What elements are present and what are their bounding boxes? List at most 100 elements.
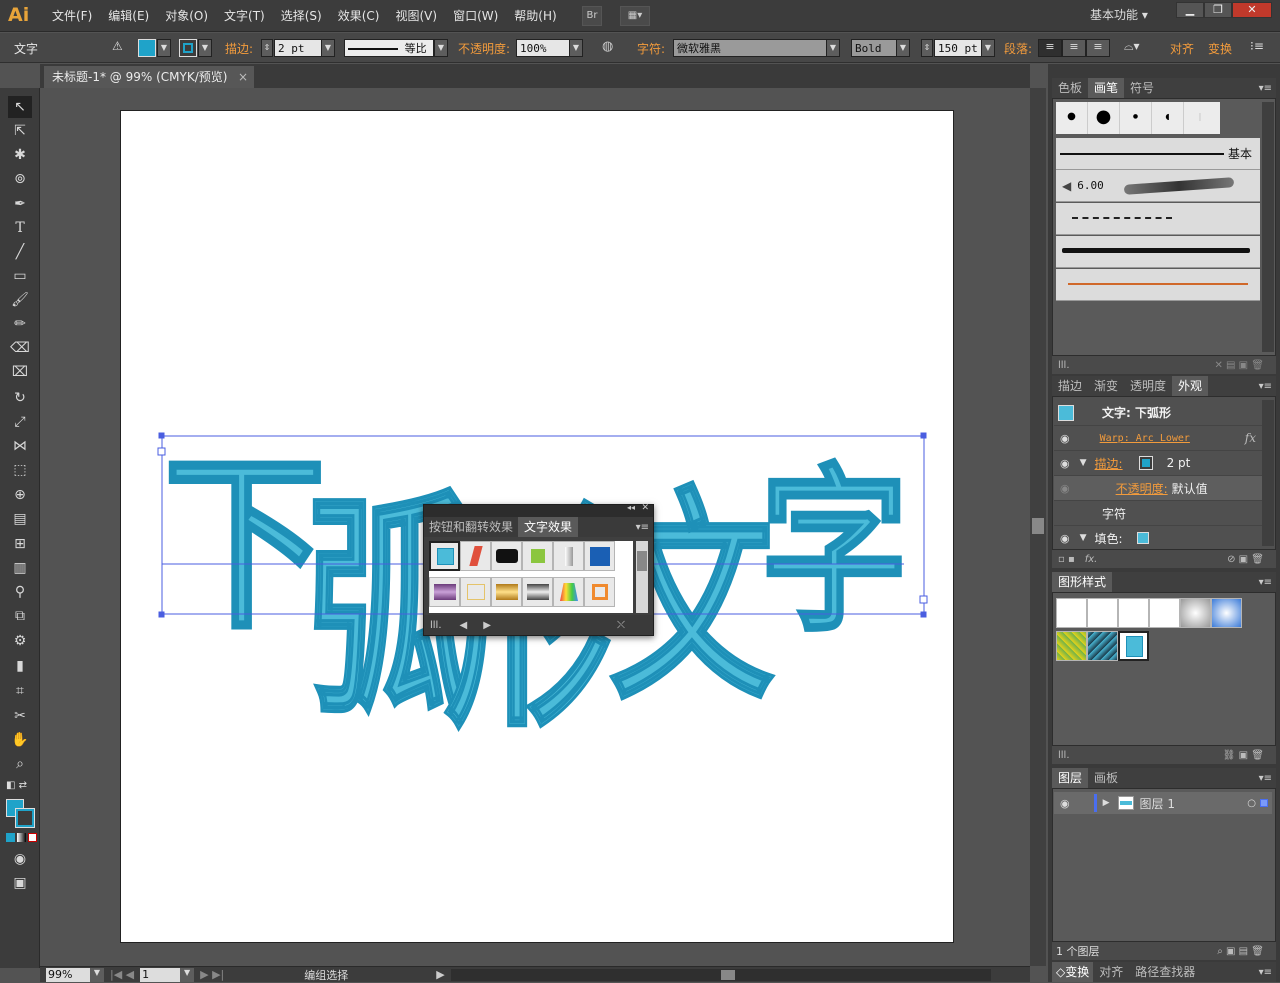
tab-brushes[interactable]: 画笔 (1088, 78, 1125, 98)
panel-menu-icon[interactable]: ⁝≡ (1250, 39, 1264, 53)
appearance-opacity-row[interactable]: ◉ 不透明度: 默认值 (1054, 476, 1262, 501)
transform-link[interactable]: 变换 (1208, 40, 1232, 57)
library-menu-icon[interactable]: lll. (430, 620, 442, 631)
style-swatch[interactable] (584, 541, 615, 571)
tab-text-effects[interactable]: 文字效果 (518, 517, 579, 537)
anchor-point[interactable] (920, 432, 927, 439)
zoom-dropdown[interactable]: ▼ (90, 967, 104, 982)
artboard-dropdown[interactable]: ▼ (180, 967, 195, 982)
brush-dashed-row[interactable] (1056, 203, 1260, 235)
graphic-style-swatch[interactable] (1180, 598, 1211, 628)
close-panel-icon[interactable]: ✕ (641, 503, 649, 513)
restore-button[interactable]: ❐ (1204, 2, 1232, 18)
graphic-style-swatch[interactable] (1056, 598, 1087, 628)
expand-triangle-icon[interactable]: ▶ (1103, 798, 1110, 808)
resize-handle[interactable] (919, 595, 928, 604)
appearance-character-row[interactable]: 字符 (1054, 501, 1262, 526)
align-right-button[interactable]: ≡ (1086, 39, 1110, 57)
panel-menu-icon[interactable]: ▾≡ (1259, 773, 1272, 784)
graphic-style-swatch[interactable] (1149, 598, 1180, 628)
tab-appearance[interactable]: 外观 (1172, 376, 1209, 396)
style-swatch[interactable] (460, 577, 491, 607)
brushes-scrollbar[interactable] (1262, 102, 1274, 352)
resize-handle[interactable] (157, 447, 166, 456)
graphic-style-swatch[interactable] (1118, 631, 1149, 661)
layer-actions-icons[interactable]: ⌕ ▣ ▤ 🗑 (1217, 946, 1264, 957)
style-swatch[interactable] (584, 577, 615, 607)
panel-menu-icon[interactable]: ▾≡ (1259, 381, 1272, 392)
anchor-point[interactable] (158, 611, 165, 618)
tab-symbols[interactable]: 符号 (1124, 78, 1160, 98)
visibility-eye-icon[interactable]: ◉ (1060, 532, 1070, 545)
panel-menu-icon[interactable]: ▾≡ (636, 522, 649, 533)
brush-decorative-row[interactable] (1056, 269, 1260, 301)
style-swatch[interactable] (553, 541, 584, 571)
visibility-eye-icon[interactable]: ◉ (1060, 797, 1070, 810)
layer-name[interactable]: 图层 1 (1140, 795, 1175, 812)
tab-transparency[interactable]: 透明度 (1124, 376, 1172, 396)
panel-menu-icon[interactable]: ▾≡ (1259, 83, 1272, 94)
break-link-icon[interactable]: ⤬ (617, 620, 625, 631)
style-swatch[interactable] (429, 541, 460, 571)
workspace-switcher[interactable]: 基本功能 ▾ (1090, 0, 1148, 30)
horizontal-scrollbar[interactable] (450, 968, 991, 981)
align-link[interactable]: 对齐 (1170, 40, 1194, 57)
tab-align[interactable]: 对齐 (1093, 962, 1129, 982)
fx-icon[interactable]: fx (1245, 431, 1256, 445)
float-panel-titlebar[interactable]: ◂◂ ✕ (424, 503, 653, 517)
style-swatch[interactable] (553, 577, 584, 607)
brush-charcoal-row[interactable]: ◀ 6.00 (1056, 170, 1260, 202)
appearance-stroke-row[interactable]: ◉ ▼ 描边: 2 pt (1054, 451, 1262, 476)
brush-actions-icons[interactable]: ✕ ▤ ▣ 🗑 (1214, 360, 1264, 371)
envelope-distort-icon[interactable]: ⌓▾ (1124, 39, 1140, 54)
zoom-field[interactable]: 99% (46, 967, 90, 982)
appearance-warp-row[interactable]: ◉ Warp: Arc Lower fx (1054, 426, 1262, 451)
graphic-style-swatch[interactable] (1056, 631, 1087, 661)
previous-library-icon[interactable]: ◀ (460, 620, 468, 631)
add-stroke-icon[interactable]: ▫ ▪ (1058, 554, 1075, 565)
horizontal-scrollbar-thumb[interactable] (720, 969, 735, 980)
align-center-button[interactable]: ≡ (1062, 39, 1086, 57)
brush-tip[interactable]: ● (1120, 102, 1152, 134)
tab-graphic-styles[interactable]: 图形样式 (1052, 572, 1113, 592)
vertical-scrollbar-thumb[interactable] (1032, 518, 1044, 534)
layer-row[interactable]: ◉ ▶ 图层 1 ○ (1054, 792, 1272, 814)
style-swatch[interactable] (460, 541, 491, 571)
tab-layers[interactable]: 图层 (1052, 768, 1089, 788)
graphic-style-swatch[interactable] (1118, 598, 1149, 628)
close-window-button[interactable]: ✕ (1232, 2, 1272, 18)
styles-library-icon[interactable]: lll. (1058, 750, 1070, 761)
brush-tip[interactable]: | (1184, 102, 1216, 134)
panel-menu-icon[interactable]: ▾≡ (1259, 967, 1272, 978)
brush-tip[interactable]: ● (1088, 102, 1120, 134)
style-swatch[interactable] (429, 577, 460, 607)
stroke-link[interactable]: 描边: (1095, 455, 1123, 472)
align-left-button[interactable]: ≡ (1038, 39, 1062, 57)
expand-triangle-icon[interactable]: ▼ (1080, 458, 1087, 468)
visibility-eye-icon[interactable]: ◉ (1060, 482, 1070, 495)
panel-menu-icon[interactable]: ▾≡ (1259, 577, 1272, 588)
graphic-style-swatch[interactable] (1087, 631, 1118, 661)
styles-actions-icons[interactable]: ⛓ ▣ 🗑 (1223, 750, 1264, 761)
opacity-link[interactable]: 不透明度: (1116, 480, 1168, 497)
appearance-actions-icons[interactable]: ⊘ ▣ 🗑 (1227, 554, 1264, 565)
anchor-point[interactable] (158, 432, 165, 439)
expand-triangle-icon[interactable]: ▼ (1080, 533, 1087, 543)
minimize-button[interactable]: ▁ (1176, 2, 1204, 18)
brush-library-icon[interactable]: lll. (1058, 360, 1070, 371)
tab-transform[interactable]: ◇变换 (1052, 962, 1094, 982)
artboard-first-icon[interactable]: |◀ ◀ (110, 968, 134, 981)
artboard-last-icon[interactable]: ▶ ▶| (200, 968, 224, 981)
warp-effect-link[interactable]: Warp: Arc Lower (1100, 433, 1190, 444)
layer-selection-indicator[interactable] (1260, 799, 1268, 807)
tab-pathfinder[interactable]: 路径查找器 (1129, 962, 1201, 982)
style-swatch[interactable] (522, 577, 553, 607)
style-swatch[interactable] (522, 541, 553, 571)
appearance-fill-row[interactable]: ◉ ▼ 填色: (1054, 526, 1262, 551)
add-effect-icon[interactable]: fx. (1085, 554, 1098, 565)
brush-basic-row[interactable]: 基本 (1056, 138, 1260, 170)
tab-stroke[interactable]: 描边 (1052, 376, 1088, 396)
brush-rough-row[interactable] (1056, 236, 1260, 268)
anchor-point[interactable] (920, 611, 927, 618)
artboard-number-field[interactable]: 1 (140, 967, 181, 982)
